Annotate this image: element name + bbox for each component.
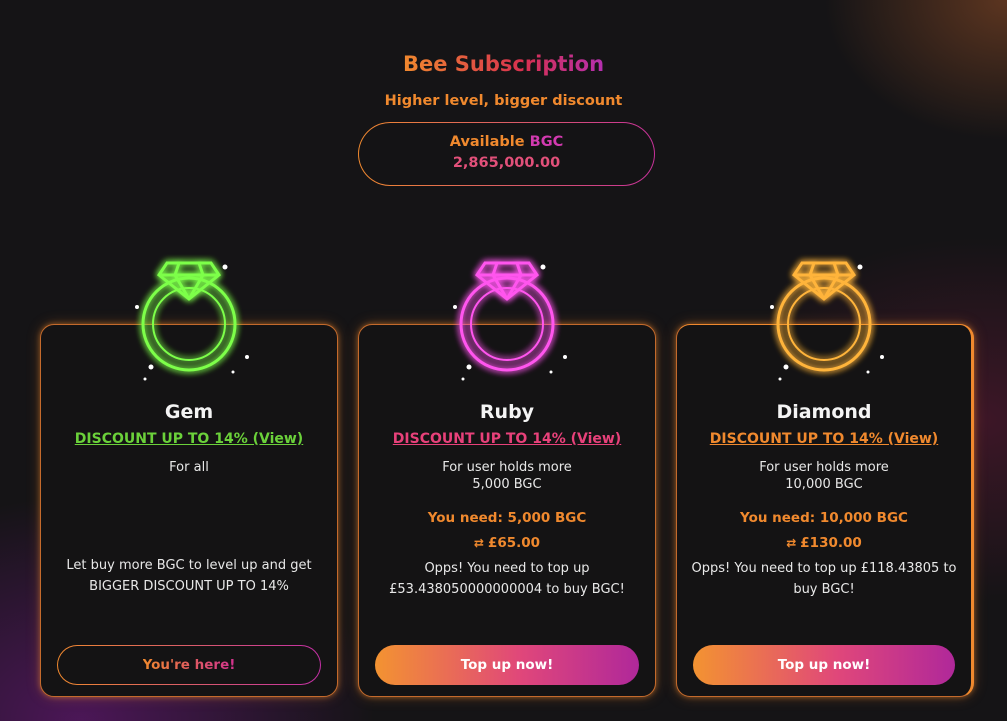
price-value: ⇄ £65.00 bbox=[359, 535, 655, 551]
tier-card-gem: Gem DISCOUNT UP TO 14% (View) For all Le… bbox=[40, 261, 338, 697]
balance-box: Available BGC 2,865,000.00 bbox=[358, 122, 655, 186]
tier-name: Diamond bbox=[776, 401, 872, 423]
condition-line-1: For user holds more bbox=[442, 460, 572, 475]
tier-condition: For user holds more 10,000 BGC bbox=[677, 459, 971, 493]
top-up-button[interactable]: Top up now! bbox=[375, 645, 639, 685]
price-value: ⇄ £130.00 bbox=[677, 535, 971, 551]
tier-message: Opps! You need to top up £53.43805000000… bbox=[389, 561, 625, 597]
pink-diamond-ring-icon bbox=[453, 261, 567, 381]
current-level-label: You're here! bbox=[142, 657, 236, 673]
price-amount: £130.00 bbox=[800, 535, 862, 551]
green-diamond-ring-icon bbox=[135, 261, 249, 381]
tier-card-diamond: Diamond DISCOUNT UP TO 14% (View) For us… bbox=[676, 261, 974, 697]
page-subtitle: Higher level, bigger discount bbox=[384, 93, 623, 109]
tier-condition: For all bbox=[41, 459, 337, 476]
page-title: Bee Subscription bbox=[402, 52, 605, 76]
required-amount: You need: 10,000 BGC bbox=[740, 510, 908, 526]
condition-line-2: 5,000 BGC bbox=[472, 477, 542, 492]
discount-view-link[interactable]: DISCOUNT UP TO 14% (View) bbox=[359, 431, 655, 447]
balance-value: 2,865,000.00 bbox=[452, 155, 561, 171]
balance-currency: BGC bbox=[529, 134, 564, 150]
tier-card-ruby: Ruby DISCOUNT UP TO 14% (View) For user … bbox=[358, 261, 656, 697]
swap-arrows-icon: ⇄ bbox=[473, 536, 484, 550]
top-up-button[interactable]: Top up now! bbox=[693, 645, 955, 685]
balance-label-text: Available bbox=[449, 134, 525, 150]
tier-message: Let buy more BGC to level up and get BIG… bbox=[66, 558, 312, 594]
condition-line-1: For user holds more bbox=[759, 460, 889, 475]
condition-line-1: For all bbox=[169, 460, 209, 475]
swap-arrows-icon: ⇄ bbox=[786, 536, 797, 550]
tier-message: Opps! You need to top up £118.43805 to b… bbox=[691, 561, 957, 597]
required-amount: You need: 5,000 BGC bbox=[427, 510, 587, 526]
gold-diamond-ring-icon bbox=[770, 261, 884, 381]
discount-view-link[interactable]: DISCOUNT UP TO 14% (View) bbox=[677, 431, 971, 447]
tier-name: Ruby bbox=[479, 401, 535, 423]
tier-condition: For user holds more 5,000 BGC bbox=[359, 459, 655, 493]
price-amount: £65.00 bbox=[487, 535, 541, 551]
current-level-button[interactable]: You're here! bbox=[57, 645, 321, 685]
condition-line-2: 10,000 BGC bbox=[785, 477, 863, 492]
discount-view-link[interactable]: DISCOUNT UP TO 14% (View) bbox=[41, 431, 337, 447]
balance-label: Available BGC bbox=[359, 134, 654, 150]
tier-name: Gem bbox=[164, 401, 214, 423]
